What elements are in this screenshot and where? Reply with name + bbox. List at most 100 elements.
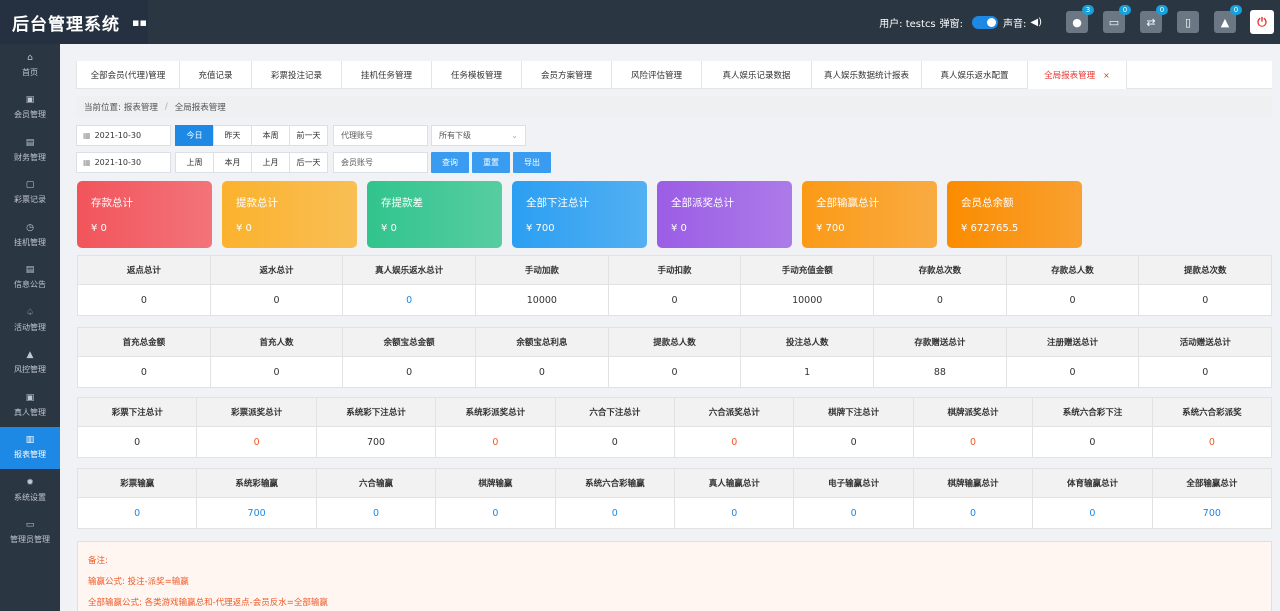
table-cell[interactable]: 700 <box>1153 498 1271 528</box>
column-header: 手动扣款 <box>609 256 742 284</box>
person-icon: ● <box>1072 15 1082 29</box>
card-value: ¥ 0 <box>236 223 252 234</box>
table-header-row: 彩票输赢 系统彩输赢 六合输赢 棋牌输赢 系统六合彩输赢 真人输赢总计 电子输赢总计 棋牌输赢… <box>78 469 1271 498</box>
sidebar-item[interactable]: ▤ 财务管理 <box>0 129 60 172</box>
column-header: 系统彩输赢 <box>197 469 317 497</box>
stats-table-4: 彩票输赢 系统彩输赢 六合输赢 棋牌输赢 系统六合彩输赢 真人输赢总计 电子输赢总计 棋牌输赢… <box>77 468 1272 529</box>
sidebar-item[interactable]: ▥ 报表管理 <box>0 426 60 469</box>
tab[interactable]: 任务模板管理 <box>431 61 521 89</box>
card-notify-button[interactable]: ▭ 0 <box>1103 5 1131 33</box>
popup-toggle[interactable] <box>972 15 999 29</box>
table-cell: 1 <box>741 357 875 387</box>
table-cell: 88 <box>874 357 1007 387</box>
member-account-input[interactable]: 会员账号 <box>333 151 428 173</box>
sidebar-item[interactable]: ▤ 信息公告 <box>0 257 60 300</box>
tab[interactable]: 全局报表管理 × <box>1027 61 1127 89</box>
power-button[interactable]: ⏻ <box>1250 10 1274 34</box>
table-cell[interactable]: 0 <box>1033 498 1153 528</box>
tab[interactable]: 充值记录 <box>179 61 251 89</box>
tab[interactable]: 挂机任务管理 <box>341 61 431 89</box>
table-cell[interactable]: 700 <box>197 498 317 528</box>
table-cell: 0 <box>197 427 317 457</box>
sidebar-item[interactable]: ⌂ 首页 <box>0 44 60 87</box>
table-cell: 0 <box>436 427 556 457</box>
table-cell[interactable]: 0 <box>78 498 198 528</box>
sidebar-item[interactable]: ▣ 会员管理 <box>0 87 60 130</box>
column-header: 棋牌下注总计 <box>794 398 914 426</box>
quick-range-group-1: 今日 昨天 本周 前一天 <box>175 124 328 146</box>
table-cell: 0 <box>476 357 609 387</box>
sidebar-item[interactable]: ▲ 风控管理 <box>0 342 60 385</box>
sidebar-item[interactable]: ▣ 真人管理 <box>0 384 60 427</box>
tab[interactable]: 彩票投注记录 <box>251 61 341 89</box>
table-cell: 10000 <box>476 285 609 315</box>
quick-range-button[interactable]: 本周 <box>251 124 290 146</box>
table-cell[interactable]: 0 <box>317 498 437 528</box>
reset-button[interactable]: 重置 <box>472 151 510 173</box>
table-cell[interactable]: 0 <box>794 498 914 528</box>
transfer-notify-button[interactable]: ⇄ 0 <box>1140 5 1168 33</box>
clock-icon: ◷ <box>26 222 34 233</box>
quick-range-button[interactable]: 今日 <box>175 124 214 146</box>
quick-range-group-2: 上周 本月 上月 后一天 <box>175 151 328 173</box>
speaker-icon[interactable]: ◀) <box>1030 17 1042 28</box>
quick-range-button[interactable]: 昨天 <box>213 124 252 146</box>
power-icon: ⏻ <box>1257 14 1267 29</box>
breadcrumb-parent[interactable]: 报表管理 <box>124 101 158 113</box>
table-cell: 700 <box>317 427 437 457</box>
table-cell[interactable]: 0 <box>675 498 795 528</box>
quick-range-button[interactable]: 前一天 <box>289 124 328 146</box>
notes-panel: 备注: 输赢公式: 投注-派奖=输赢 全部输赢公式: 各类游戏输赢总和-代理返点… <box>77 541 1272 611</box>
table-cell[interactable]: 0 <box>914 498 1034 528</box>
home-icon: ⌂ <box>27 52 33 63</box>
notify-badge: 0 <box>1156 5 1168 15</box>
card-title: 存提款差 <box>381 197 423 209</box>
menu-grid-icon[interactable]: ▪▪ <box>132 16 147 29</box>
card-title: 存款总计 <box>91 197 133 209</box>
tab[interactable]: 真人娱乐记录数据 <box>701 61 811 89</box>
column-header: 电子输赢总计 <box>794 469 914 497</box>
end-date-value: 2021-10-30 <box>94 157 142 167</box>
column-header: 系统六合彩派奖 <box>1182 408 1242 418</box>
quick-range-button[interactable]: 上周 <box>175 151 214 173</box>
top-bar: 后台管理系统 ▪▪ 用户: testcs 弹窗: 声音: ◀) ● 3 ▭ 0 … <box>0 0 1280 44</box>
table-cell: 0 <box>794 427 914 457</box>
start-date-input[interactable]: ▦ 2021-10-30 <box>76 124 171 146</box>
table-cell: 0 <box>874 285 1007 315</box>
tab[interactable]: 会员方案管理 <box>521 61 611 89</box>
warning-notify-button[interactable]: ▲ 0 <box>1214 5 1242 33</box>
close-icon[interactable]: × <box>1103 71 1110 80</box>
tab[interactable]: 全部会员(代理)管理 <box>76 61 179 89</box>
tab[interactable]: 风险评估管理 <box>611 61 701 89</box>
column-header: 提款总次数 <box>1183 266 1227 276</box>
user-notify-button[interactable]: ● 3 <box>1066 5 1094 33</box>
search-button[interactable]: 查询 <box>431 151 469 173</box>
sidebar-item[interactable]: ◷ 挂机管理 <box>0 214 60 257</box>
tab[interactable]: 真人娱乐返水配置 <box>921 61 1027 89</box>
column-header: 返点总计 <box>78 256 211 284</box>
table-header-row: 首充总金额 首充人数 余额宝总金额 余额宝总利息 提款总人数 投注总人数 存款赠送总计 注册赠… <box>78 328 1271 357</box>
trash-button[interactable]: ▯ <box>1177 11 1199 33</box>
agent-account-input[interactable]: 代理账号 <box>333 124 428 146</box>
quick-range-button[interactable]: 后一天 <box>289 151 328 173</box>
end-date-input[interactable]: ▦ 2021-10-30 <box>76 151 171 173</box>
quick-range-button[interactable]: 本月 <box>213 151 252 173</box>
card-title: 提款总计 <box>236 197 278 209</box>
table-cell[interactable]: 0 <box>556 498 676 528</box>
tab-label: 全部会员(代理)管理 <box>90 71 166 81</box>
table-cell[interactable]: 0 <box>436 498 556 528</box>
quick-range-button[interactable]: 上月 <box>251 151 290 173</box>
table-row: 0 700 0 0 0 0 0 0 0 700 <box>78 498 1271 528</box>
sidebar-item[interactable]: ▭ 管理员管理 <box>0 512 60 555</box>
sidebar-item[interactable]: ▢ 彩票记录 <box>0 172 60 215</box>
level-select[interactable]: 所有下级 ⌄ <box>431 124 526 146</box>
table-cell[interactable]: 0 <box>343 285 477 315</box>
sidebar-item[interactable]: ♤ 活动管理 <box>0 299 60 342</box>
tab[interactable]: 真人娱乐数据统计报表 <box>811 61 921 89</box>
notes-line: 全部输赢公式: 各类游戏输赢总和-代理返点-会员反水=全部输赢 <box>88 598 328 608</box>
column-header: 彩票输赢 <box>78 469 198 497</box>
table-cell: 0 <box>1007 357 1140 387</box>
sidebar-item[interactable]: ✹ 系统设置 <box>0 469 60 512</box>
calendar-icon: ▦ <box>83 130 91 140</box>
export-button[interactable]: 导出 <box>513 151 551 173</box>
